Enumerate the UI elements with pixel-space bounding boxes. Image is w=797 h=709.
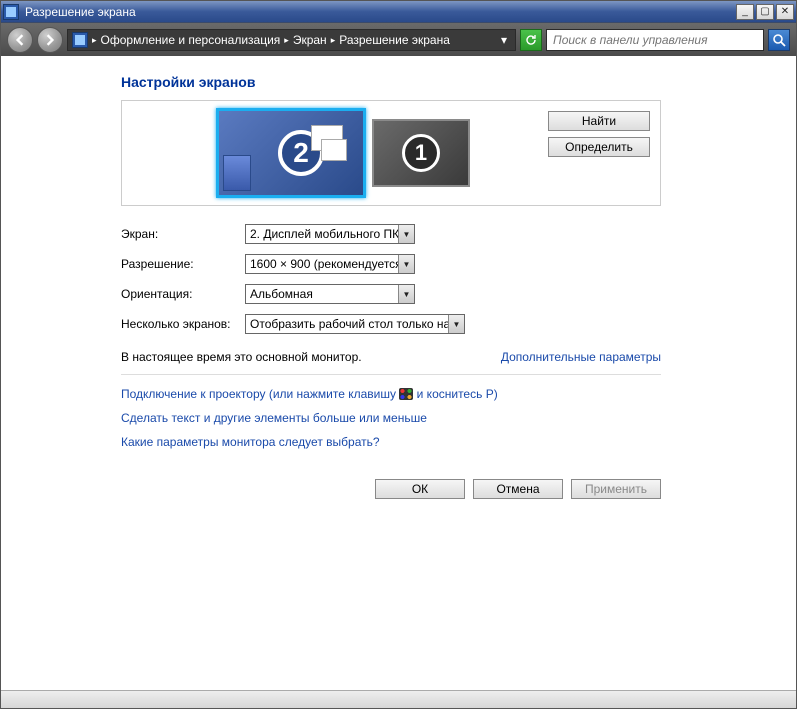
app-icon [3, 4, 19, 20]
breadcrumb-seg-2[interactable]: Экран [293, 33, 327, 47]
multi-display-label: Несколько экранов: [121, 317, 245, 331]
dropdown-arrow-icon: ▼ [398, 255, 414, 273]
windows-key-icon [399, 388, 413, 400]
content-area: Настройки экранов 2 1 Найти Определить Э… [1, 56, 796, 689]
breadcrumb-seg-1[interactable]: Оформление и персонализация [101, 33, 281, 47]
orientation-select[interactable]: Альбомная ▼ [245, 284, 415, 304]
maximize-button[interactable]: ▢ [756, 4, 774, 20]
projector-link-text-pre: Подключение к проектору (или нажмите кла… [121, 387, 399, 401]
back-button[interactable] [7, 27, 33, 53]
window-titlebar: Разрешение экрана _ ▢ ✕ [1, 1, 796, 23]
monitor-windows-icon [311, 125, 355, 169]
monitor-diagram: 2 1 Найти Определить [121, 100, 661, 206]
search-input[interactable] [551, 32, 759, 48]
search-button[interactable] [768, 29, 790, 51]
navigation-bar: ▸ Оформление и персонализация ▸ Экран ▸ … [1, 23, 796, 57]
detect-button[interactable]: Определить [548, 137, 650, 157]
breadcrumb-arrow-icon: ▸ [92, 35, 97, 46]
advanced-settings-link[interactable]: Дополнительные параметры [501, 350, 661, 364]
find-button[interactable]: Найти [548, 111, 650, 131]
forward-button[interactable] [37, 27, 63, 53]
address-dropdown-icon[interactable]: ▾ [497, 33, 511, 47]
monitor-2[interactable]: 2 [216, 108, 366, 198]
resolution-select[interactable]: 1600 × 900 (рекомендуется) ▼ [245, 254, 415, 274]
resolution-label: Разрешение: [121, 257, 245, 271]
monitor-1-number: 1 [402, 134, 440, 172]
orientation-label: Ориентация: [121, 287, 245, 301]
multi-display-select[interactable]: Отобразить рабочий стол только на 2 ▼ [245, 314, 465, 334]
projector-link[interactable]: Подключение к проектору (или нажмите кла… [121, 387, 498, 401]
ok-button[interactable]: ОК [375, 479, 465, 499]
cancel-button[interactable]: Отмена [473, 479, 563, 499]
breadcrumb-arrow-icon: ▸ [331, 35, 336, 46]
page-heading: Настройки экранов [121, 74, 661, 90]
address-bar[interactable]: ▸ Оформление и персонализация ▸ Экран ▸ … [67, 29, 516, 51]
control-panel-icon [72, 32, 88, 48]
window-title: Разрешение экрана [23, 5, 736, 19]
refresh-button[interactable] [520, 29, 542, 51]
monitor-taskbar-icon [223, 155, 251, 191]
dropdown-arrow-icon: ▼ [448, 315, 464, 333]
display-label: Экран: [121, 227, 245, 241]
resolution-select-value: 1600 × 900 (рекомендуется) [250, 257, 398, 271]
dropdown-arrow-icon: ▼ [398, 225, 414, 243]
minimize-button[interactable]: _ [736, 4, 754, 20]
multi-display-select-value: Отобразить рабочий стол только на 2 [250, 317, 448, 331]
display-select[interactable]: 2. Дисплей мобильного ПК ▼ [245, 224, 415, 244]
breadcrumb-seg-3[interactable]: Разрешение экрана [339, 33, 450, 47]
dropdown-arrow-icon: ▼ [398, 285, 414, 303]
monitor-1[interactable]: 1 [372, 119, 470, 187]
status-bar [1, 690, 796, 708]
breadcrumb-arrow-icon: ▸ [284, 35, 289, 46]
text-size-link[interactable]: Сделать текст и другие элементы больше и… [121, 411, 427, 425]
apply-button[interactable]: Применить [571, 479, 661, 499]
orientation-select-value: Альбомная [250, 287, 398, 301]
close-button[interactable]: ✕ [776, 4, 794, 20]
which-monitor-link[interactable]: Какие параметры монитора следует выбрать… [121, 435, 380, 449]
primary-monitor-status: В настоящее время это основной монитор. [121, 350, 362, 364]
search-box[interactable] [546, 29, 764, 51]
projector-link-text-post: и коснитесь P) [413, 387, 497, 401]
display-select-value: 2. Дисплей мобильного ПК [250, 227, 398, 241]
